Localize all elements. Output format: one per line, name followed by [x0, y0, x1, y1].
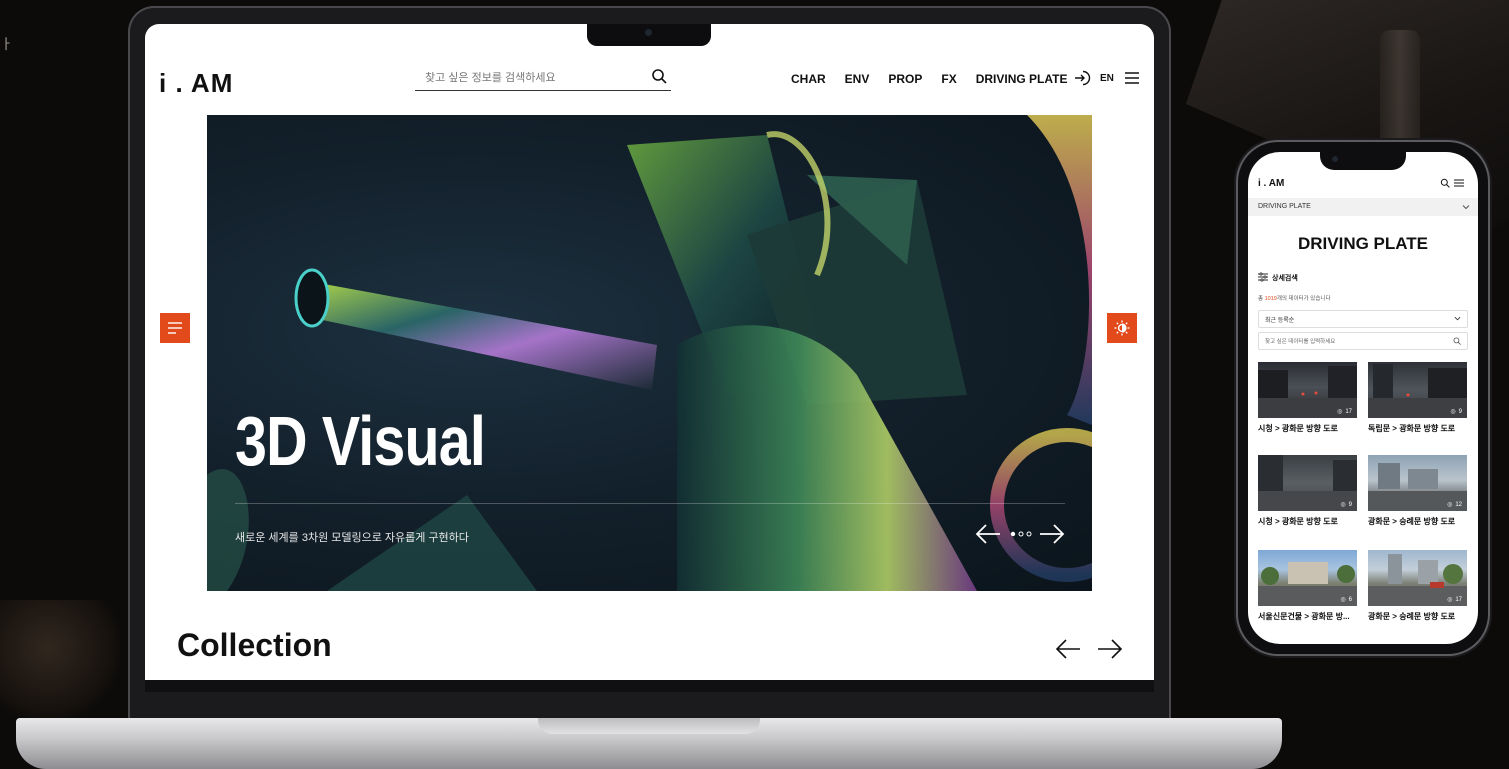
eye-icon: ◎: [1447, 502, 1453, 508]
search-placeholder: 찾고 싶은 정보를 검색하세요: [425, 72, 556, 84]
hero-divider: [235, 503, 1065, 504]
result-count-number: 1019: [1264, 296, 1277, 302]
collection-title: Collection: [177, 627, 332, 663]
thumbnail-image: ◎ 17: [1258, 362, 1357, 418]
chevron-down-icon: [1462, 205, 1470, 210]
view-count: ◎ 12: [1447, 501, 1462, 509]
list-item[interactable]: ◎ 17 광화문 > 숭례문 방향 도로: [1368, 550, 1467, 622]
background-pillar-image: [1380, 30, 1420, 150]
theme-toggle-button[interactable]: [1107, 313, 1137, 343]
menu-icon[interactable]: [1454, 178, 1464, 188]
view-count: ◎ 9: [1450, 408, 1462, 416]
phone-notch: [1320, 150, 1406, 170]
laptop-bezel: [145, 680, 1154, 692]
list-icon: [168, 322, 182, 334]
advanced-search-link[interactable]: 상세검색: [1272, 273, 1298, 283]
camera-icon: [645, 29, 652, 36]
sort-select-value: 최근 등록순: [1265, 318, 1295, 324]
menu-icon[interactable]: [1124, 70, 1140, 86]
view-count: ◎ 17: [1337, 408, 1352, 416]
page-title: DRIVING PLATE: [1297, 234, 1429, 253]
view-count: ◎ 17: [1447, 596, 1462, 604]
camera-icon: [1332, 156, 1338, 162]
collection-next-arrow-icon[interactable]: [1097, 637, 1123, 661]
thumbnail-image: ◎ 9: [1368, 362, 1467, 418]
sort-select[interactable]: 최근 등록순: [1258, 310, 1468, 328]
eye-icon: ◎: [1340, 597, 1346, 603]
laptop-groove: [538, 718, 760, 734]
laptop-notch: [587, 24, 711, 46]
category-dropdown[interactable]: DRIVING PLATE: [1248, 198, 1478, 216]
eye-icon: ◎: [1450, 409, 1456, 415]
list-view-button[interactable]: [160, 313, 190, 343]
hero-prev-arrow-icon[interactable]: [975, 523, 1001, 545]
eye-icon: ◎: [1447, 597, 1453, 603]
hero-pagination-dots[interactable]: [1010, 531, 1032, 537]
item-caption: 독립문 > 광화문 방향 도로: [1368, 424, 1456, 433]
data-search-input[interactable]: 찾고 싶은 데이터를 입력하세요: [1258, 332, 1468, 350]
list-item[interactable]: ◎ 6 서울신문건물 > 광화문 방...: [1258, 550, 1357, 622]
list-item[interactable]: ◎ 12 광화문 > 숭례문 방향 도로: [1368, 455, 1467, 527]
search-icon[interactable]: [651, 68, 667, 84]
phone-logo[interactable]: i . AM: [1258, 178, 1284, 189]
language-toggle[interactable]: EN: [1100, 73, 1114, 84]
brightness-icon: [1114, 320, 1130, 336]
item-caption: 시청 > 광화문 방향 도로: [1258, 424, 1338, 433]
hero-title: 3D Visual: [235, 402, 486, 480]
corner-text: ㅏ: [0, 36, 13, 52]
search-input[interactable]: 찾고 싶은 정보를 검색하세요: [415, 66, 671, 91]
main-nav: CHAR ENV PROP FX DRIVING PLATE: [791, 72, 1068, 86]
background-statue-image: [0, 600, 120, 720]
phone-screen: i . AM DRIVING PLATE DRIVING PLATE 상세검색 …: [1248, 152, 1478, 644]
hero-banner: 3D Visual 새로운 세계를 3차원 모델링으로 자유롭게 구현하다: [207, 115, 1092, 591]
login-icon[interactable]: [1073, 69, 1091, 87]
laptop-screen: i . AM 찾고 싶은 정보를 검색하세요 CHAR ENV PROP FX …: [145, 24, 1154, 680]
filter-icon[interactable]: [1258, 272, 1268, 282]
view-count: ◎ 6: [1340, 596, 1352, 604]
item-caption: 서울신문건물 > 광화문 방...: [1258, 612, 1350, 621]
item-caption: 광화문 > 숭례문 방향 도로: [1368, 517, 1456, 526]
item-caption: 광화문 > 숭례문 방향 도로: [1368, 612, 1456, 621]
thumbnail-image: ◎ 12: [1368, 455, 1467, 511]
data-search-placeholder: 찾고 싶은 데이터를 입력하세요: [1265, 339, 1336, 345]
nav-item-char[interactable]: CHAR: [791, 72, 826, 86]
thumbnail-image: ◎ 9: [1258, 455, 1357, 511]
search-icon[interactable]: [1440, 178, 1450, 188]
eye-icon: ◎: [1340, 502, 1346, 508]
eye-icon: ◎: [1337, 409, 1343, 415]
nav-item-env[interactable]: ENV: [845, 72, 870, 86]
list-item[interactable]: ◎ 9 독립문 > 광화문 방향 도로: [1368, 362, 1467, 434]
hero-subtitle: 새로운 세계를 3차원 모델링으로 자유롭게 구현하다: [235, 532, 469, 544]
site-logo[interactable]: i . AM: [159, 68, 233, 99]
chevron-down-icon: [1454, 316, 1461, 321]
thumbnail-image: ◎ 6: [1258, 550, 1357, 606]
result-count: 총 1019개의 데이터가 있습니다: [1258, 296, 1331, 302]
hero-artwork: [207, 115, 1092, 591]
search-icon[interactable]: [1453, 337, 1461, 345]
item-caption: 시청 > 광화문 방향 도로: [1258, 517, 1338, 526]
hero-next-arrow-icon[interactable]: [1039, 523, 1065, 545]
nav-item-driving-plate[interactable]: DRIVING PLATE: [976, 72, 1068, 86]
nav-item-fx[interactable]: FX: [941, 72, 956, 86]
view-count: ◎ 9: [1340, 501, 1352, 509]
list-item[interactable]: ◎ 17 시청 > 광화문 방향 도로: [1258, 362, 1357, 434]
nav-item-prop[interactable]: PROP: [888, 72, 922, 86]
category-dropdown-label: DRIVING PLATE: [1258, 203, 1311, 210]
list-item[interactable]: ◎ 9 시청 > 광화문 방향 도로: [1258, 455, 1357, 527]
thumbnail-image: ◎ 17: [1368, 550, 1467, 606]
collection-prev-arrow-icon[interactable]: [1055, 637, 1081, 661]
